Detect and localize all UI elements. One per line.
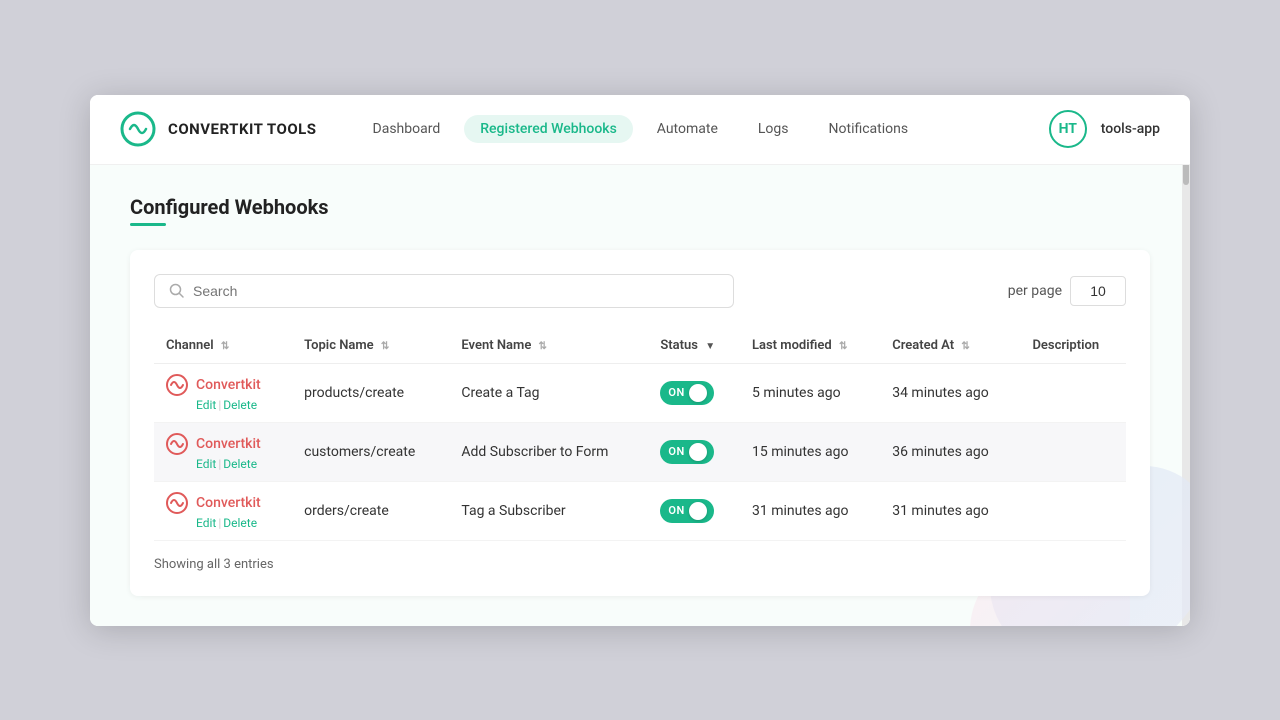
table-header: Channel ⇅ Topic Name ⇅ Event Name ⇅ St [154,328,1126,364]
search-box [154,274,734,308]
nav-notifications[interactable]: Notifications [813,115,925,143]
col-description: Description [1020,328,1126,364]
app-window: CONVERTKIT TOOLS Dashboard Registered We… [90,95,1190,626]
created-at-cell-1: 36 minutes ago [880,422,1020,481]
col-status[interactable]: Status ▼ [648,328,740,364]
navbar: CONVERTKIT TOOLS Dashboard Registered We… [90,95,1190,165]
nav-logs[interactable]: Logs [742,115,805,143]
toggle-knob-2 [689,502,707,520]
per-page-label: per page [1008,283,1062,299]
topic-name-cell-1: customers/create [292,422,449,481]
search-icon [169,283,185,299]
sort-event-icon: ⇅ [539,341,547,352]
delete-link[interactable]: Delete [223,398,257,412]
toggle-knob-0 [689,384,707,402]
edit-link[interactable]: Edit [196,457,216,471]
toggle-1[interactable]: ON [660,440,714,464]
created-at-cell-2: 31 minutes ago [880,481,1020,540]
avatar[interactable]: HT [1049,110,1087,148]
nav-automate[interactable]: Automate [641,115,734,143]
per-page-area: per page [1008,276,1126,306]
col-created-at[interactable]: Created At ⇅ [880,328,1020,364]
logo-icon [120,111,156,147]
description-cell-2 [1020,481,1126,540]
delete-link[interactable]: Delete [223,457,257,471]
event-name-cell-1: Add Subscriber to Form [449,422,648,481]
last-modified-cell-1: 15 minutes ago [740,422,880,481]
sort-topic-icon: ⇅ [381,341,389,352]
last-modified-cell-2: 31 minutes ago [740,481,880,540]
table-body: Convertkit Edit | Delete products/create… [154,363,1126,540]
nav-links: Dashboard Registered Webhooks Automate L… [357,115,1049,143]
logo-area: CONVERTKIT TOOLS [120,111,317,147]
table-row: Convertkit Edit | Delete products/create… [154,363,1126,422]
nav-right: HT tools-app [1049,110,1160,148]
sort-status-icon: ▼ [705,341,715,352]
last-modified-cell-0: 5 minutes ago [740,363,880,422]
webhooks-table: Channel ⇅ Topic Name ⇅ Event Name ⇅ St [154,328,1126,541]
app-name-label: tools-app [1101,121,1160,137]
title-underline [130,223,166,226]
page-title: Configured Webhooks [130,195,1150,219]
webhooks-card: per page Channel ⇅ Topic Name ⇅ [130,250,1150,596]
description-cell-0 [1020,363,1126,422]
created-at-cell-0: 34 minutes ago [880,363,1020,422]
event-name-cell-2: Tag a Subscriber [449,481,648,540]
topic-name-cell-0: products/create [292,363,449,422]
sort-modified-icon: ⇅ [839,341,847,352]
channel-cell-1: Convertkit Edit | Delete [154,422,292,481]
toggle-2[interactable]: ON [660,499,714,523]
per-page-input[interactable] [1070,276,1126,306]
main-content: Configured Webhooks per page [90,165,1190,626]
col-event-name[interactable]: Event Name ⇅ [449,328,648,364]
sort-created-icon: ⇅ [961,341,969,352]
toggle-knob-1 [689,443,707,461]
channel-icon [166,433,188,455]
status-cell-1: ON [648,422,740,481]
status-cell-2: ON [648,481,740,540]
edit-link[interactable]: Edit [196,516,216,530]
toggle-0[interactable]: ON [660,381,714,405]
col-topic-name[interactable]: Topic Name ⇅ [292,328,449,364]
table-row: Convertkit Edit | Delete customers/creat… [154,422,1126,481]
col-channel[interactable]: Channel ⇅ [154,328,292,364]
nav-registered-webhooks[interactable]: Registered Webhooks [464,115,633,143]
channel-cell-2: Convertkit Edit | Delete [154,481,292,540]
delete-link[interactable]: Delete [223,516,257,530]
edit-link[interactable]: Edit [196,398,216,412]
showing-text: Showing all 3 entries [154,557,1126,572]
channel-cell-0: Convertkit Edit | Delete [154,363,292,422]
description-cell-1 [1020,422,1126,481]
sort-channel-icon: ⇅ [221,341,229,352]
toggle-label-1: ON [668,445,684,458]
search-row: per page [154,274,1126,308]
channel-name: Convertkit [196,377,261,393]
event-name-cell-0: Create a Tag [449,363,648,422]
table-row: Convertkit Edit | Delete orders/createTa… [154,481,1126,540]
logo-text: CONVERTKIT TOOLS [168,120,317,138]
col-last-modified[interactable]: Last modified ⇅ [740,328,880,364]
search-input[interactable] [193,283,719,299]
channel-name: Convertkit [196,436,261,452]
channel-icon [166,492,188,514]
channel-name: Convertkit [196,495,261,511]
toggle-label-2: ON [668,504,684,517]
nav-dashboard[interactable]: Dashboard [357,115,457,143]
topic-name-cell-2: orders/create [292,481,449,540]
status-cell-0: ON [648,363,740,422]
toggle-label-0: ON [668,386,684,399]
channel-icon [166,374,188,396]
